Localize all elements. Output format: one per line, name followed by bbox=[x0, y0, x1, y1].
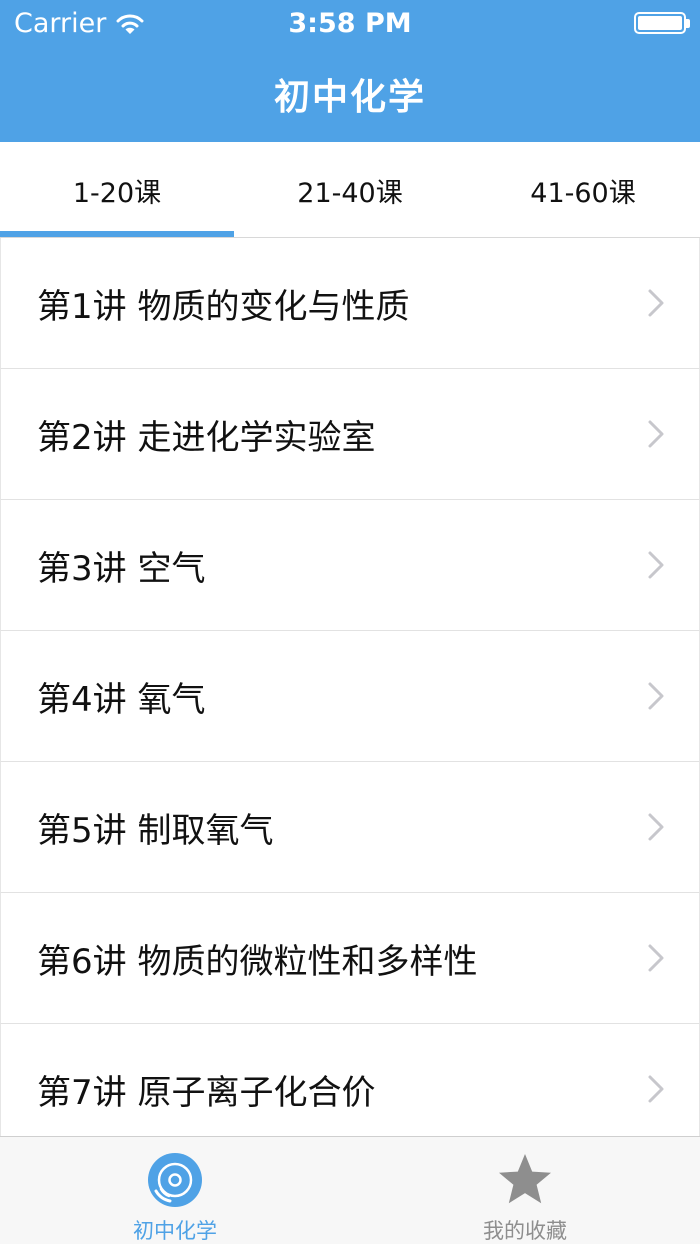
list-item-label: 第2讲 走进化学实验室 bbox=[37, 417, 376, 458]
list-item[interactable]: 第6讲 物质的微粒性和多样性 bbox=[0, 893, 700, 1024]
list-item[interactable]: 第4讲 氧气 bbox=[0, 631, 700, 762]
tab-label: 21-40课 bbox=[297, 177, 403, 209]
page-title: 初中化学 bbox=[273, 77, 426, 118]
segment-tabs: 1-20课 21-40课 41-60课 bbox=[0, 142, 700, 238]
chevron-right-icon bbox=[648, 289, 664, 317]
chevron-right-icon bbox=[648, 420, 664, 448]
navigation-header: Carrier 3:58 PM 初中化学 bbox=[0, 0, 700, 142]
tab-lessons-41-60[interactable]: 41-60课 bbox=[466, 142, 700, 238]
list-item-label: 第1讲 物质的变化与性质 bbox=[37, 286, 410, 327]
chevron-right-icon bbox=[648, 1075, 664, 1103]
tab-selected-indicator bbox=[0, 231, 234, 237]
status-time: 3:58 PM bbox=[288, 8, 412, 39]
battery-icon bbox=[634, 12, 690, 34]
chevron-right-icon bbox=[648, 813, 664, 841]
list-item-label: 第3讲 空气 bbox=[37, 548, 206, 589]
lesson-list[interactable]: 第1讲 物质的变化与性质 第2讲 走进化学实验室 第3讲 空气 第4讲 氧气 第… bbox=[0, 238, 700, 1136]
list-item[interactable]: 第2讲 走进化学实验室 bbox=[0, 369, 700, 500]
list-item[interactable]: 第1讲 物质的变化与性质 bbox=[0, 238, 700, 369]
chevron-right-icon bbox=[648, 551, 664, 579]
status-bar: Carrier 3:58 PM bbox=[0, 0, 700, 48]
tab-lessons-21-40[interactable]: 21-40课 bbox=[233, 142, 467, 238]
bottom-tab-bar: 初中化学 我的收藏 bbox=[0, 1136, 700, 1244]
list-item-label: 第6讲 物质的微粒性和多样性 bbox=[37, 941, 478, 982]
list-item[interactable]: 第7讲 原子离子化合价 bbox=[0, 1024, 700, 1136]
tab-lessons-1-20[interactable]: 1-20课 bbox=[0, 142, 234, 238]
tab-label: 41-60课 bbox=[530, 177, 636, 209]
tabbar-item-chemistry[interactable]: 初中化学 bbox=[0, 1137, 350, 1244]
list-item[interactable]: 第3讲 空气 bbox=[0, 500, 700, 631]
list-item-label: 第7讲 原子离子化合价 bbox=[37, 1072, 376, 1113]
star-icon bbox=[499, 1154, 551, 1204]
list-item-label: 第5讲 制取氧气 bbox=[37, 810, 274, 851]
list-item[interactable]: 第5讲 制取氧气 bbox=[0, 762, 700, 893]
tabbar-item-favorites[interactable]: 我的收藏 bbox=[350, 1137, 700, 1244]
tabbar-label: 初中化学 bbox=[133, 1219, 217, 1243]
disc-icon bbox=[148, 1153, 202, 1207]
list-item-label: 第4讲 氧气 bbox=[37, 679, 206, 720]
chevron-right-icon bbox=[648, 944, 664, 972]
tabbar-label: 我的收藏 bbox=[483, 1219, 567, 1243]
chevron-right-icon bbox=[648, 682, 664, 710]
tab-label: 1-20课 bbox=[72, 177, 162, 209]
